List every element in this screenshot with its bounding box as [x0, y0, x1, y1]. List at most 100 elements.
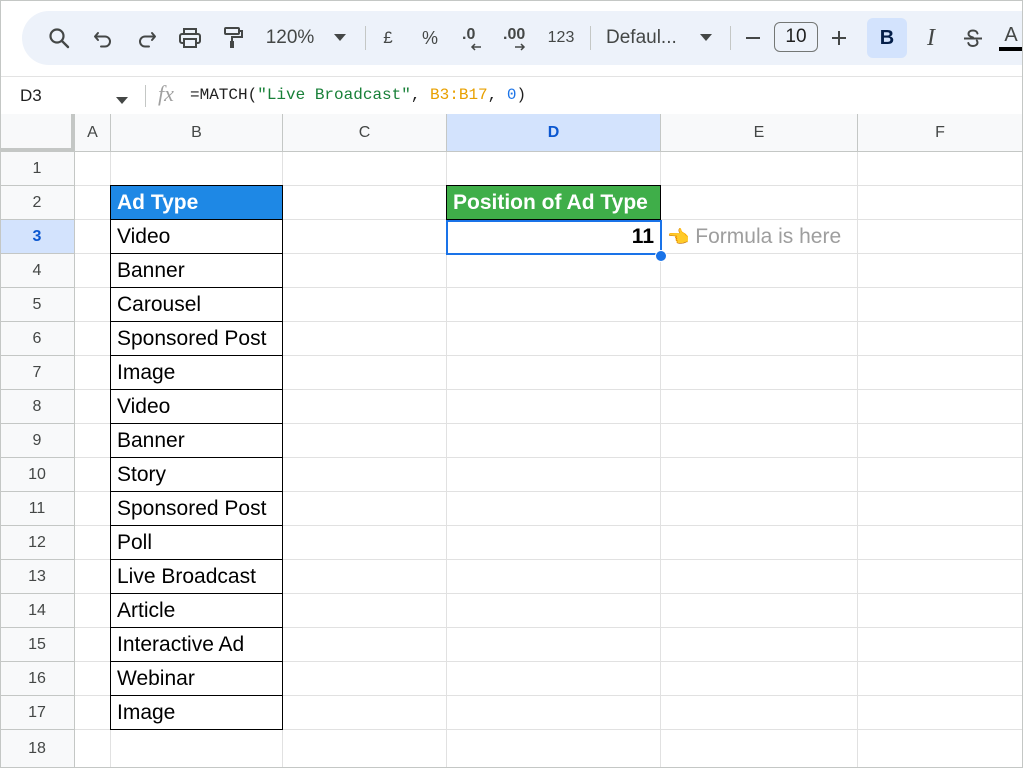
formula-suffix: ) — [516, 86, 527, 104]
search-menus-icon[interactable] — [46, 11, 72, 65]
number-format-label: 123 — [547, 29, 575, 46]
row-header-7[interactable]: 7 — [0, 356, 75, 390]
font-family-value: Defaul... — [606, 27, 677, 48]
formula-note[interactable]: 👈 Formula is here — [667, 220, 841, 254]
ad-type-cell[interactable]: Webinar — [110, 661, 283, 696]
pointing-hand-icon: 👈 — [667, 227, 690, 247]
formula-bar: D3 fx =MATCH("Live Broadcast", B3:B17, 0… — [0, 76, 1023, 115]
row-header-12[interactable]: 12 — [0, 526, 75, 560]
formula-string-arg: "Live Broadcast" — [257, 86, 411, 104]
toolbar-area: 120% £ % .0 .00 123 Defaul... 10 B I A — [0, 0, 1023, 76]
increase-font-size-icon[interactable] — [828, 11, 850, 65]
toolbar: 120% £ % .0 .00 123 Defaul... 10 B I A — [22, 11, 1023, 65]
ad-type-cell[interactable]: Sponsored Post — [110, 491, 283, 526]
row-header-15[interactable]: 15 — [0, 628, 75, 662]
ad-type-cell[interactable]: Image — [110, 355, 283, 390]
ad-type-cell[interactable]: Video — [110, 219, 283, 254]
ad-type-cell[interactable]: Poll — [110, 525, 283, 560]
decrease-font-size-icon[interactable] — [742, 11, 764, 65]
strikethrough-icon[interactable] — [960, 11, 986, 65]
currency-format-button[interactable]: £ — [377, 11, 399, 65]
ad-type-cell[interactable]: Video — [110, 389, 283, 424]
row-header-6[interactable]: 6 — [0, 322, 75, 356]
name-box[interactable]: D3 — [20, 77, 42, 114]
decrease-decimal-label: .0 — [462, 26, 476, 43]
percent-label: % — [421, 27, 438, 48]
percent-format-button[interactable]: % — [418, 11, 442, 65]
text-color-button[interactable]: A — [998, 11, 1023, 65]
formula-prefix: =MATCH( — [190, 86, 258, 104]
font-family-select[interactable]: Defaul... — [606, 11, 686, 65]
column-header-e[interactable]: E — [661, 114, 858, 152]
ad-type-cell[interactable]: Sponsored Post — [110, 321, 283, 356]
formula-range-arg: B3:B17 — [430, 86, 488, 104]
italic-button[interactable]: I — [918, 11, 944, 65]
column-header-c[interactable]: C — [283, 114, 447, 152]
position-result-cell[interactable]: 11 — [446, 220, 662, 255]
decrease-decimal-button[interactable]: .0 — [459, 11, 489, 65]
number-format-button[interactable]: 123 — [544, 11, 578, 65]
ad-type-cell[interactable]: Story — [110, 457, 283, 492]
zoom-select[interactable]: 120% — [262, 11, 318, 65]
paint-format-icon[interactable] — [220, 11, 246, 65]
arrow-right-icon — [515, 43, 526, 51]
select-all-corner[interactable] — [0, 114, 75, 152]
font-size-value: 10 — [785, 26, 807, 47]
column-header-b[interactable]: B — [111, 114, 283, 152]
ad-type-cell[interactable]: Article — [110, 593, 283, 628]
zoom-chevron-down-icon[interactable] — [328, 11, 352, 65]
row-header-16[interactable]: 16 — [0, 662, 75, 696]
toolbar-divider — [590, 26, 591, 50]
formula-input[interactable]: =MATCH("Live Broadcast", B3:B17, 0) — [190, 77, 526, 114]
undo-icon[interactable] — [90, 11, 116, 65]
row-header-8[interactable]: 8 — [0, 390, 75, 424]
currency-label: £ — [383, 28, 393, 47]
column-header-f[interactable]: F — [858, 114, 1023, 152]
row-header-18[interactable]: 18 — [0, 730, 75, 768]
text-color-bar — [999, 47, 1023, 51]
row-header-11[interactable]: 11 — [0, 492, 75, 526]
row-header-1[interactable]: 1 — [0, 152, 75, 186]
ad-type-cell[interactable]: Banner — [110, 423, 283, 458]
row-header-3[interactable]: 3 — [0, 220, 75, 254]
text-color-label: A — [1004, 24, 1018, 46]
redo-icon[interactable] — [134, 11, 160, 65]
ad-type-cell[interactable]: Banner — [110, 253, 283, 288]
ad-type-cell[interactable]: Interactive Ad — [110, 627, 283, 662]
fill-handle[interactable] — [655, 250, 667, 262]
ad-type-cell[interactable]: Carousel — [110, 287, 283, 322]
increase-decimal-label: .00 — [503, 26, 526, 43]
formula-separator: , — [487, 86, 507, 104]
font-size-input[interactable]: 10 — [774, 22, 818, 52]
row-header-14[interactable]: 14 — [0, 594, 75, 628]
position-header-cell[interactable]: Position of Ad Type — [446, 185, 661, 220]
row-header-13[interactable]: 13 — [0, 560, 75, 594]
row-header-2[interactable]: 2 — [0, 186, 75, 220]
row-header-10[interactable]: 10 — [0, 458, 75, 492]
formula-note-text: Formula is here — [695, 225, 842, 248]
zoom-value: 120% — [265, 27, 315, 48]
print-icon[interactable] — [177, 11, 203, 65]
ad-type-header-cell[interactable]: Ad Type — [110, 185, 283, 220]
column-header-a[interactable]: A — [75, 114, 111, 152]
fx-icon: fx — [158, 81, 174, 106]
ad-type-cell[interactable]: Image — [110, 695, 283, 730]
spreadsheet-grid: A B C D E F 1 2 3 4 5 6 7 8 9 10 11 12 1… — [0, 114, 1023, 768]
row-header-9[interactable]: 9 — [0, 424, 75, 458]
formula-separator: , — [410, 86, 431, 104]
increase-decimal-button[interactable]: .00 — [500, 11, 534, 65]
bold-label: B — [879, 26, 895, 49]
arrow-left-icon — [470, 43, 481, 51]
font-chevron-down-icon[interactable] — [694, 11, 718, 65]
bold-button[interactable]: B — [867, 18, 907, 58]
row-header-5[interactable]: 5 — [0, 288, 75, 322]
gridline — [857, 152, 858, 768]
toolbar-divider — [730, 26, 731, 50]
toolbar-divider — [365, 26, 366, 50]
name-box-chevron-down-icon[interactable] — [116, 92, 128, 110]
row-header-4[interactable]: 4 — [0, 254, 75, 288]
formula-bar-divider — [145, 85, 146, 107]
column-header-d[interactable]: D — [447, 114, 661, 152]
row-header-17[interactable]: 17 — [0, 696, 75, 730]
ad-type-cell[interactable]: Live Broadcast — [110, 559, 283, 594]
